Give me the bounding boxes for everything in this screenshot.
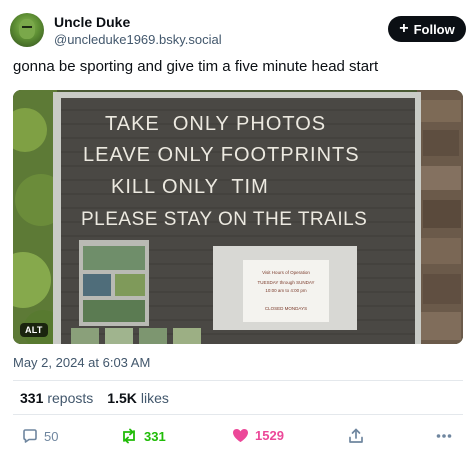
more-options-button[interactable] [436, 430, 452, 442]
reposts-stat[interactable]: 331 reposts [20, 390, 93, 406]
post-image[interactable]: TAKE ONLY PHOTOS LEAVE ONLY FOOTPRINTS K… [13, 90, 463, 344]
likes-label: likes [140, 390, 169, 406]
post-text: gonna be sporting and give tim a five mi… [13, 58, 379, 75]
engagement-stats: 331 reposts 1.5K likes [20, 390, 169, 406]
avatar-eyes [22, 26, 32, 28]
share-icon [349, 428, 363, 443]
sign-line-2: LEAVE ONLY FOOTPRINTS [83, 144, 360, 166]
notice-line-4: CLOSED MONDAYS [265, 306, 307, 311]
follow-button[interactable]: + Follow [388, 16, 466, 42]
divider [13, 414, 463, 415]
divider [13, 380, 463, 381]
repost-count: 331 [144, 428, 166, 444]
post-timestamp[interactable]: May 2, 2024 at 6:03 AM [13, 355, 150, 370]
reposts-label: reposts [47, 390, 94, 406]
action-bar: 50 331 1529 [0, 428, 474, 450]
likes-stat[interactable]: 1.5K likes [107, 390, 169, 406]
reply-icon [23, 429, 37, 443]
repost-button[interactable]: 331 [120, 428, 166, 444]
plus-icon: + [399, 20, 409, 37]
avatar-face [19, 19, 35, 39]
reply-button[interactable]: 50 [22, 428, 58, 444]
like-button[interactable]: 1529 [232, 428, 284, 443]
share-button[interactable] [348, 428, 364, 444]
reply-count: 50 [44, 428, 59, 444]
reposts-count: 331 [20, 390, 44, 406]
avatar[interactable] [10, 13, 44, 47]
author-name[interactable]: Uncle Duke [54, 14, 130, 30]
heart-icon [233, 429, 248, 442]
sign-line-1: TAKE ONLY PHOTOS [105, 113, 326, 135]
notice-line-1: Visit Hours of Operation [262, 270, 310, 275]
post-header: Uncle Duke @uncleduke1969.bsky.social + … [10, 10, 466, 50]
follow-label: Follow [413, 21, 455, 37]
alt-badge[interactable]: ALT [20, 323, 48, 337]
author-handle[interactable]: @uncleduke1969.bsky.social [54, 32, 222, 47]
sign-photo: TAKE ONLY PHOTOS LEAVE ONLY FOOTPRINTS K… [13, 90, 463, 344]
sign-line-3: KILL ONLY TIM [111, 176, 269, 198]
likes-count: 1.5K [107, 390, 137, 406]
repost-icon [123, 428, 135, 444]
more-dots-icon [436, 434, 452, 438]
notice-line-3: 10:00 am to 4:00 pm [265, 288, 307, 293]
sign-line-4: PLEASE STAY ON THE TRAILS [81, 209, 367, 230]
notice-line-2: TUESDAY through SUNDAY [257, 280, 314, 285]
like-count: 1529 [255, 428, 284, 443]
